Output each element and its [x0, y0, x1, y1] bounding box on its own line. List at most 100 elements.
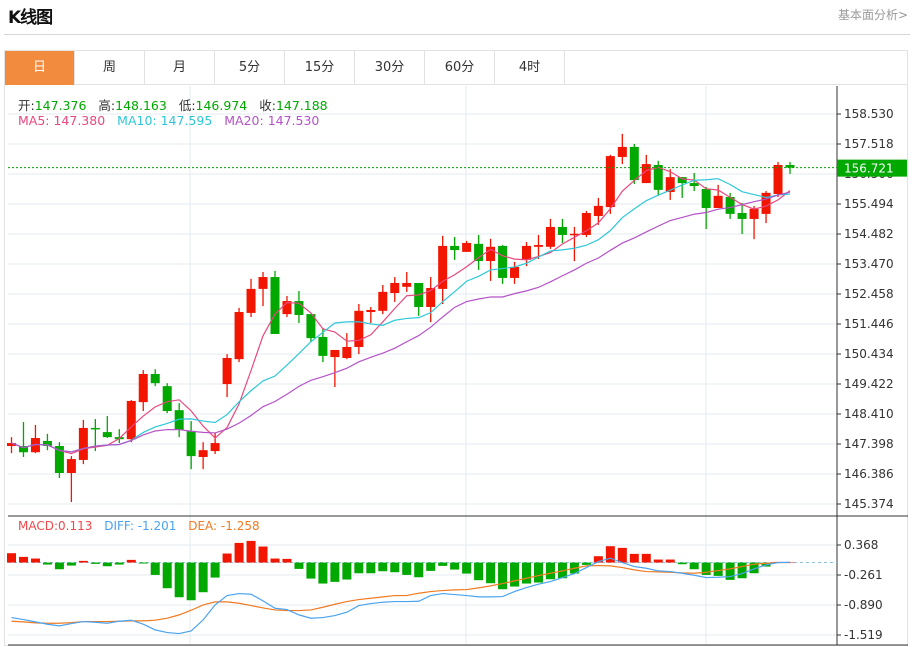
candle-up	[593, 205, 603, 216]
macd-bar	[665, 559, 675, 563]
candle-up	[354, 310, 364, 348]
macd-bar	[54, 562, 64, 570]
candle-up	[210, 443, 220, 452]
macd-bar	[402, 562, 412, 575]
macd-y-tick-label: -0.261	[844, 568, 883, 582]
candle-up	[390, 282, 400, 294]
y-tick-label: 152.458	[844, 287, 894, 301]
y-tick-label: 154.482	[844, 227, 894, 241]
ma-readout: MA5: 147.380 MA10: 147.595 MA20: 147.530	[18, 113, 319, 128]
macd-y-tick-label: -0.890	[844, 598, 883, 612]
candle-up	[138, 373, 148, 403]
y-tick-label: 155.494	[844, 197, 894, 211]
candle-down	[162, 386, 172, 412]
macd-bar	[629, 553, 639, 563]
candle-down	[150, 373, 160, 384]
ma10-value: MA10: 147.595	[117, 113, 213, 128]
macd-bar	[270, 558, 280, 563]
macd-bar	[18, 556, 28, 563]
candle-up	[581, 213, 591, 235]
y-tick-label: 147.398	[844, 437, 894, 451]
candle-up	[246, 288, 256, 313]
candle-up	[66, 459, 76, 473]
macd-bar	[330, 562, 340, 582]
macd-bar	[498, 562, 508, 590]
macd-bar	[7, 553, 16, 563]
macd-bar	[294, 562, 304, 569]
high-value: 148.163	[115, 98, 167, 113]
candle-up	[533, 245, 543, 247]
candle-down	[498, 245, 508, 278]
macd-bar	[474, 562, 484, 581]
macd-bar	[462, 562, 472, 574]
macd-bar	[126, 559, 136, 563]
open-label: 开:	[18, 98, 35, 113]
macd-bar	[545, 562, 555, 580]
candle-up	[258, 277, 268, 289]
macd-bar	[174, 562, 184, 598]
candle-down	[450, 245, 460, 251]
candle-down	[677, 177, 687, 184]
macd-bar	[282, 558, 292, 563]
macd-bar	[306, 562, 316, 579]
macd-bar	[138, 562, 148, 564]
close-value: 147.188	[275, 98, 328, 113]
macd-bar	[689, 562, 699, 570]
candle-down	[90, 427, 100, 430]
candle-up	[234, 312, 244, 360]
candle-up	[366, 309, 376, 313]
macd-bar	[533, 562, 543, 583]
candle-down	[102, 432, 112, 438]
macd-y-tick-label: 0.368	[844, 538, 878, 552]
macd-bar	[713, 562, 723, 576]
macd-value: MACD:0.113	[18, 519, 93, 533]
macd-bar	[234, 542, 244, 563]
candle-up	[378, 291, 388, 311]
macd-readout: MACD:0.113 DIFF: -1.201 DEA: -1.258	[18, 519, 260, 533]
macd-bar	[390, 562, 400, 573]
macd-bar	[150, 562, 160, 575]
candle-up	[330, 349, 340, 358]
macd-bar	[510, 562, 520, 587]
close-label: 收:	[259, 98, 276, 113]
macd-bar	[677, 562, 687, 565]
candle-up	[522, 245, 532, 260]
macd-bar	[653, 559, 663, 563]
low-value: 146.974	[195, 98, 248, 113]
macd-bar	[641, 553, 651, 563]
macd-bar	[258, 546, 268, 563]
candle-up	[462, 242, 472, 252]
macd-bar	[186, 562, 196, 601]
macd-bar	[30, 558, 40, 563]
macd-bar	[737, 562, 747, 579]
candle-down	[737, 213, 747, 219]
candle-up	[773, 164, 783, 195]
candle-down	[701, 189, 711, 208]
candle-up	[438, 245, 448, 289]
candle-up	[342, 347, 352, 358]
macd-bar	[222, 553, 232, 563]
candle-up	[617, 146, 627, 157]
low-label: 低:	[178, 98, 196, 113]
candle-down	[629, 146, 639, 181]
high-label: 高:	[98, 98, 116, 113]
candle-up	[198, 450, 208, 457]
ohlc-readout: 开:147.376 高:148.163 低:146.974 收:147.188	[18, 95, 328, 114]
macd-bar	[66, 562, 76, 566]
macd-bar	[162, 562, 172, 589]
macd-bar	[198, 562, 208, 593]
macd-bar	[378, 562, 388, 572]
diff-value: DIFF: -1.201	[104, 519, 177, 533]
macd-bar	[366, 562, 376, 574]
y-tick-label: 146.386	[844, 467, 894, 481]
y-tick-label: 148.410	[844, 407, 894, 421]
macd-y-tick-label: -1.519	[844, 628, 883, 642]
macd-bar	[486, 562, 496, 584]
macd-bar	[210, 562, 220, 578]
macd-bar	[42, 562, 52, 565]
macd-bar	[414, 562, 424, 578]
candle-up	[222, 357, 232, 385]
macd-bar	[450, 562, 460, 570]
candle-down	[474, 243, 484, 262]
macd-bar	[438, 562, 448, 566]
